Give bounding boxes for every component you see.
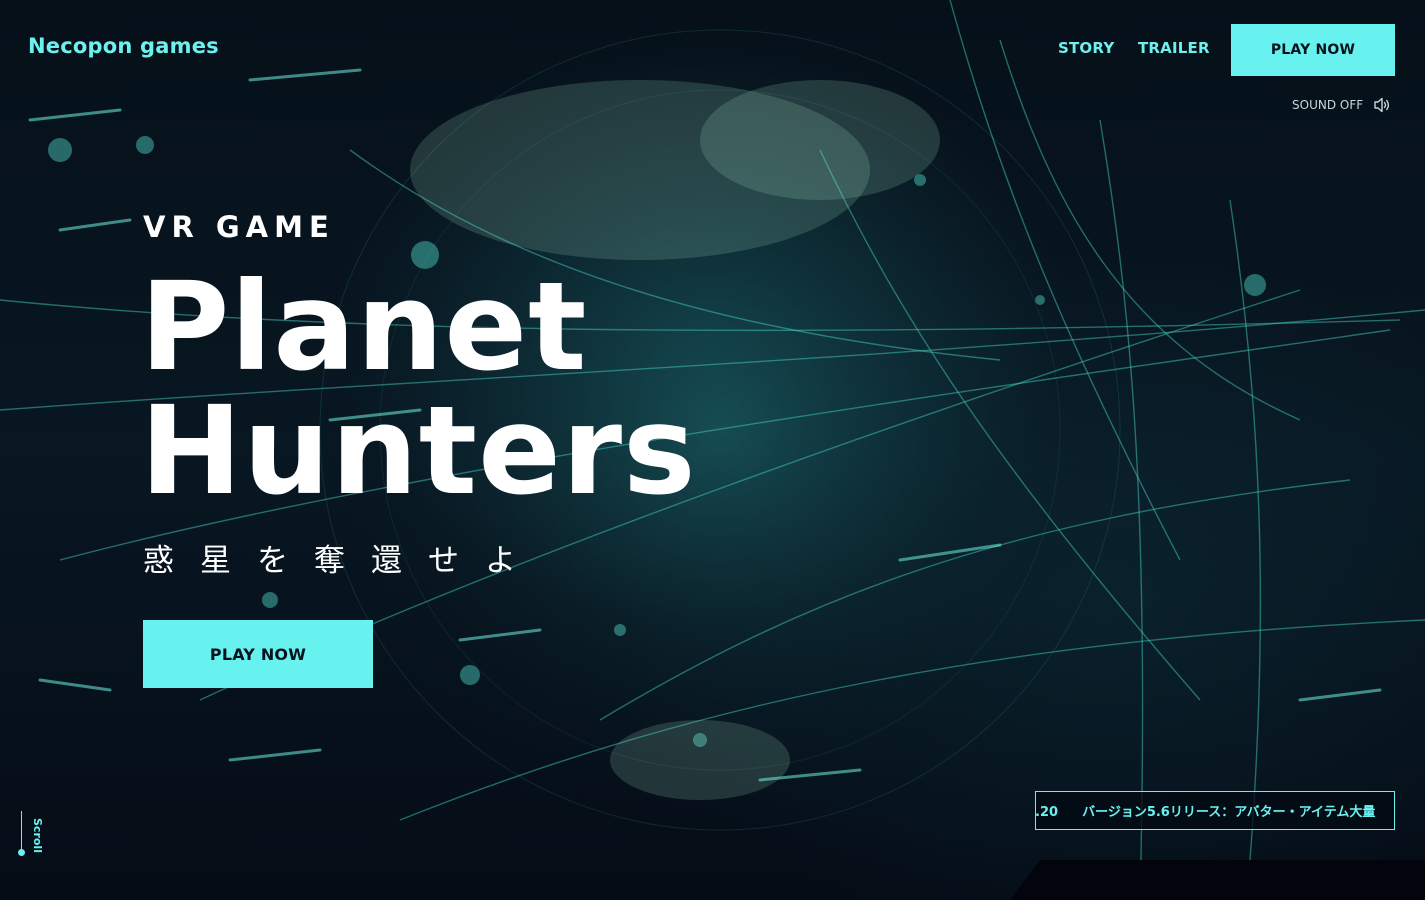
news-text: バージョン5.6リリース：アバター・アイテム大量	[1082, 805, 1376, 820]
hero-page: Necopon games STORY TRAILER PLAY NOW SOU…	[0, 0, 1425, 900]
scroll-label: Scroll	[31, 818, 44, 853]
hero-title-line-1: Planet	[140, 256, 588, 398]
speaker-icon	[1372, 95, 1392, 115]
news-ticker[interactable]: 2.20 バージョン5.6リリース：アバター・アイテム大量	[1035, 791, 1395, 830]
nav-story-link[interactable]: STORY	[1058, 39, 1114, 57]
news-ticker-content: 2.20 バージョン5.6リリース：アバター・アイテム大量	[1035, 801, 1376, 820]
nav-trailer-link[interactable]: TRAILER	[1138, 39, 1210, 57]
hero-tagline: 惑星を奪還せよ	[143, 543, 542, 579]
brand-logo[interactable]: Necopon games	[28, 34, 219, 58]
hero-title: Planet Hunters	[140, 265, 697, 513]
sound-toggle-label: SOUND OFF	[1292, 98, 1364, 112]
hero-eyebrow: VR GAME	[143, 210, 335, 244]
sound-toggle[interactable]: SOUND OFF	[1292, 95, 1392, 115]
bottom-corner-shape	[1010, 860, 1425, 900]
header-play-now-button[interactable]: PLAY NOW	[1231, 24, 1395, 76]
news-date: 2.20	[1035, 805, 1059, 820]
scroll-indicator[interactable]: Scroll	[16, 808, 50, 864]
hero-title-line-2: Hunters	[140, 380, 697, 522]
hero-play-now-button[interactable]: PLAY NOW	[143, 620, 373, 688]
scroll-dot	[18, 849, 25, 856]
